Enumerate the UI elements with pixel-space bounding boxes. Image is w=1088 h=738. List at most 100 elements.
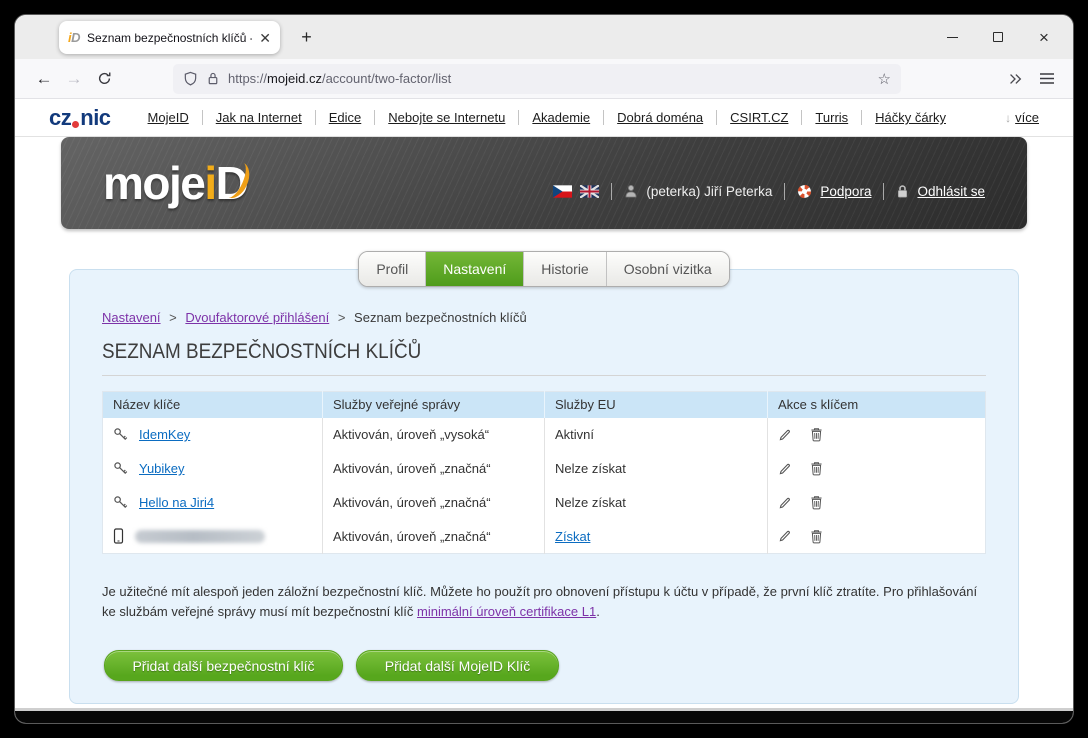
- pencil-icon: [779, 429, 790, 440]
- browser-window: iD Seznam bezpečnostních klíčů - ✕ + × ←…: [14, 14, 1074, 724]
- hamburger-menu-icon[interactable]: [1039, 72, 1055, 85]
- logout-padlock-icon: [898, 184, 908, 197]
- tab-osobni-vizitka[interactable]: Osobní vizitka: [606, 252, 729, 286]
- arrow-down-icon: ↓: [1005, 110, 1012, 125]
- table-row: Yubikey Aktivován, úroveň „značná“ Nelze…: [102, 451, 986, 486]
- mojeid-logo-i: i: [204, 157, 217, 209]
- table-row: Aktivován, úroveň „značná“ Získat: [102, 519, 986, 554]
- tab-profil[interactable]: Profil: [359, 252, 427, 286]
- top-nav-link[interactable]: Jak na Internet: [203, 110, 315, 125]
- key-name-link[interactable]: Hello na Jiri4: [139, 495, 214, 510]
- tab-close-icon[interactable]: ✕: [259, 31, 271, 45]
- browser-tab[interactable]: iD Seznam bezpečnostních klíčů - ✕: [59, 21, 280, 54]
- breadcrumb-separator: >: [169, 310, 177, 325]
- cznic-logo-dot: [72, 120, 80, 128]
- url-bar[interactable]: https://mojeid.cz/account/two-factor/lis…: [173, 63, 901, 94]
- breadcrumb-link-nastaveni[interactable]: Nastavení: [102, 310, 161, 325]
- top-nav-link[interactable]: CSIRT.CZ: [717, 110, 801, 125]
- table-header-row: Název klíče Služby veřejné správy Služby…: [102, 391, 986, 418]
- cznic-logo[interactable]: cz nic: [49, 105, 111, 131]
- tab-nastaveni[interactable]: Nastavení: [426, 252, 525, 286]
- key-name-link[interactable]: IdemKey: [139, 427, 190, 442]
- key-icon: [114, 461, 128, 474]
- maximize-button[interactable]: [975, 15, 1021, 59]
- top-nav-link[interactable]: Nebojte se Internetu: [375, 110, 518, 125]
- add-mojeid-key-button[interactable]: Přidat další MojeID Klíč: [356, 650, 559, 681]
- url-scheme: https://: [228, 71, 268, 86]
- edit-button[interactable]: [778, 529, 792, 543]
- column-header-gov: Služby veřejné správy: [322, 391, 545, 418]
- mojeid-logo[interactable]: mojeiD: [103, 156, 249, 210]
- certification-link[interactable]: minimální úroveň certifikace L1: [417, 604, 596, 619]
- redacted-key-name[interactable]: [135, 529, 265, 543]
- forward-button[interactable]: →: [59, 64, 89, 94]
- logout-link[interactable]: Odhlásit se: [917, 184, 985, 199]
- top-nav-link[interactable]: Turris: [802, 110, 861, 125]
- phone-icon: [113, 528, 124, 544]
- breadcrumb: Nastavení > Dvoufaktorové přihlášení > S…: [102, 310, 986, 325]
- minimize-button[interactable]: [929, 15, 975, 59]
- more-link[interactable]: více: [1015, 110, 1039, 125]
- top-nav-link[interactable]: Háčky čárky: [862, 110, 959, 125]
- life-ring-icon: [798, 184, 812, 198]
- breadcrumb-separator: >: [337, 310, 346, 325]
- breadcrumb-link-dvoufaktorove[interactable]: Dvoufaktorové přihlášení: [185, 310, 329, 325]
- new-tab-button[interactable]: +: [293, 24, 320, 51]
- toolbar-right: [1007, 72, 1059, 86]
- top-nav-link[interactable]: Edice: [316, 110, 375, 125]
- reload-icon: [98, 72, 110, 84]
- back-button[interactable]: ←: [29, 64, 59, 94]
- separator: [883, 182, 885, 200]
- url-text: https://mojeid.cz/account/two-factor/lis…: [228, 71, 451, 86]
- edit-button[interactable]: [778, 496, 792, 510]
- column-header-eu: Služby EU: [544, 391, 768, 418]
- separator: [784, 182, 786, 200]
- key-name-link[interactable]: Yubikey: [139, 461, 185, 476]
- content-panel: Nastavení > Dvoufaktorové přihlášení > S…: [69, 269, 1019, 704]
- profile-tabs: Profil Nastavení Historie Osobní vizitka: [15, 251, 1073, 287]
- note-text: .: [596, 603, 600, 619]
- eu-status: Nelze získat: [544, 485, 768, 520]
- close-icon: ×: [1039, 27, 1049, 47]
- nav-toolbar: ← → https://mojeid.cz/account/two-factor…: [15, 59, 1073, 99]
- action-buttons: Přidat další bezpečnostní klíč Přidat da…: [104, 650, 986, 681]
- uk-flag-icon[interactable]: [579, 183, 600, 199]
- trash-icon: [811, 496, 822, 510]
- shield-icon[interactable]: [183, 71, 198, 86]
- bookmark-star-icon[interactable]: ☆: [878, 70, 891, 88]
- info-note: Je užitečné mít alespoň jeden záložní be…: [102, 582, 986, 621]
- edit-button[interactable]: [778, 462, 792, 476]
- close-button[interactable]: ×: [1021, 15, 1067, 59]
- lock-icon[interactable]: [206, 71, 220, 86]
- pencil-icon: [779, 497, 790, 508]
- masthead-user-area: (peterka) Jiří Peterka Podpora Odhlásit …: [553, 182, 985, 200]
- delete-button[interactable]: [810, 427, 823, 442]
- mojeid-logo-d: D: [215, 157, 249, 209]
- maximize-icon: [993, 32, 1003, 42]
- titlebar: iD Seznam bezpečnostních klíčů - ✕ + ×: [15, 15, 1073, 59]
- cznic-logo-nic: nic: [80, 104, 111, 130]
- reload-button[interactable]: [89, 64, 119, 94]
- delete-button[interactable]: [810, 461, 823, 476]
- trash-icon: [811, 530, 822, 544]
- page-footer-strip: [15, 708, 1073, 723]
- overflow-chevron-icon[interactable]: [1007, 72, 1023, 86]
- top-nav-link[interactable]: Akademie: [519, 110, 603, 125]
- page-content: cz nic MojeID Jak na Internet Edice Nebo…: [15, 99, 1073, 723]
- top-nav-link[interactable]: Dobrá doména: [604, 110, 716, 125]
- cznic-logo-cz: cz: [49, 104, 72, 130]
- eu-get-link[interactable]: Získat: [555, 529, 590, 544]
- delete-button[interactable]: [810, 495, 823, 510]
- edit-button[interactable]: [778, 428, 792, 442]
- forward-arrow-icon: →: [65, 68, 83, 88]
- delete-button[interactable]: [810, 529, 823, 544]
- czech-flag-icon[interactable]: [553, 184, 573, 198]
- mojeid-logo-moje: moje: [103, 157, 206, 209]
- breadcrumb-current: Seznam bezpečnostních klíčů: [354, 310, 527, 325]
- gov-status: Aktivován, úroveň „vysoká“: [322, 417, 545, 452]
- gov-status: Aktivován, úroveň „značná“: [322, 485, 545, 520]
- add-security-key-button[interactable]: Přidat další bezpečnostní klíč: [104, 650, 343, 681]
- tab-historie[interactable]: Historie: [524, 252, 607, 286]
- support-link[interactable]: Podpora: [820, 184, 871, 199]
- top-nav-link[interactable]: MojeID: [135, 110, 202, 125]
